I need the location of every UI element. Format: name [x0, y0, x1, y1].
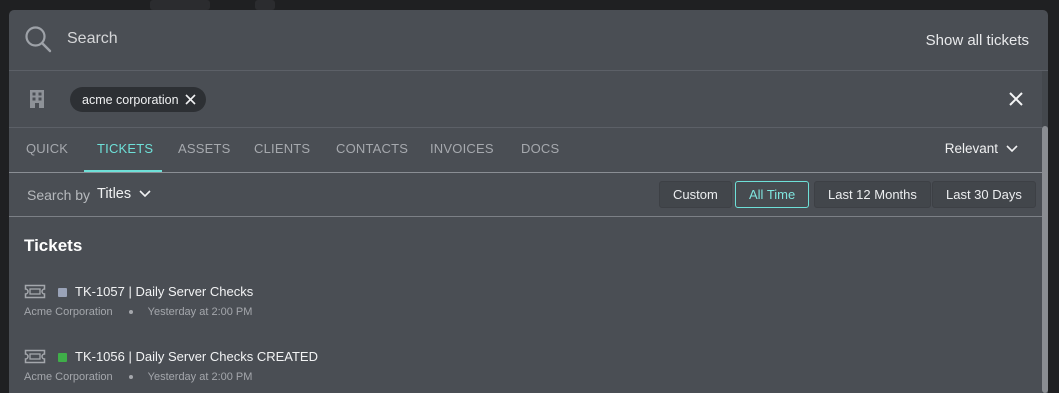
results-list: Tickets TK-1057 | Daily Server Checks Ac…	[9, 217, 1048, 393]
sort-dropdown-label: Relevant	[944, 141, 998, 156]
sort-dropdown[interactable]: Relevant	[945, 141, 1018, 156]
active-tab-indicator	[84, 170, 162, 172]
status-indicator	[58, 288, 67, 297]
ticket-item[interactable]: TK-1057 | Daily Server Checks Acme Corpo…	[24, 284, 924, 334]
client-filter-chip: acme corporation	[70, 87, 206, 112]
range-last-30-days-button[interactable]: Last 30 Days	[932, 181, 1036, 208]
search-bar: Show all tickets	[9, 10, 1048, 71]
search-input[interactable]	[67, 24, 567, 54]
tab-quick[interactable]: QUICK	[26, 141, 68, 156]
search-by-value: Titles	[97, 186, 132, 202]
ticket-icon	[24, 349, 46, 364]
ticket-title: TK-1056 | Daily Server Checks CREATED	[75, 349, 318, 364]
tab-assets[interactable]: ASSETS	[178, 141, 231, 156]
show-all-tickets-link[interactable]: Show all tickets	[926, 32, 1029, 49]
building-icon	[30, 90, 44, 108]
chevron-down-icon	[139, 190, 151, 198]
range-all-time-button[interactable]: All Time	[735, 181, 810, 208]
separator-dot	[128, 375, 133, 379]
search-icon	[25, 26, 52, 53]
chevron-down-icon	[1006, 144, 1018, 152]
search-by-dropdown[interactable]: Titles	[97, 186, 151, 202]
ticket-time: Yesterday at 2:00 PM	[147, 306, 253, 318]
tab-tickets[interactable]: TICKETS	[97, 141, 153, 156]
ticket-client: Acme Corporation	[24, 306, 113, 318]
search-by-label: Search by	[27, 187, 91, 203]
ticket-meta: Acme Corporation Yesterday at 2:00 PM	[24, 371, 252, 383]
tab-clients[interactable]: CLIENTS	[254, 141, 310, 156]
range-bar: Search by Titles Custom All Time Last 12…	[9, 173, 1048, 217]
status-indicator	[58, 353, 67, 362]
range-custom-button[interactable]: Custom	[659, 181, 732, 208]
backdrop-element	[150, 0, 210, 10]
search-panel: Show all tickets acme corporation QUICK …	[9, 10, 1048, 393]
scrollbar-thumb[interactable]	[1042, 126, 1048, 393]
tab-docs[interactable]: DOCS	[521, 141, 559, 156]
separator-dot	[128, 310, 133, 314]
tab-invoices[interactable]: INVOICES	[430, 141, 494, 156]
ticket-client: Acme Corporation	[24, 371, 113, 383]
range-last-12-months-button[interactable]: Last 12 Months	[814, 181, 931, 208]
ticket-icon	[24, 284, 46, 299]
client-filter-chip-label: acme corporation	[82, 92, 179, 107]
close-icon[interactable]	[1008, 91, 1024, 107]
ticket-time: Yesterday at 2:00 PM	[147, 371, 253, 383]
tab-contacts[interactable]: CONTACTS	[336, 141, 408, 156]
backdrop-element	[255, 0, 275, 10]
category-tabs: QUICK TICKETS ASSETS CLIENTS CONTACTS IN…	[9, 128, 1048, 173]
section-title: Tickets	[24, 236, 83, 255]
ticket-item[interactable]: TK-1056 | Daily Server Checks CREATED Ac…	[24, 349, 924, 393]
ticket-title: TK-1057 | Daily Server Checks	[75, 284, 254, 299]
ticket-meta: Acme Corporation Yesterday at 2:00 PM	[24, 306, 252, 318]
filter-bar: acme corporation	[9, 71, 1048, 128]
remove-chip-icon[interactable]	[185, 94, 196, 105]
